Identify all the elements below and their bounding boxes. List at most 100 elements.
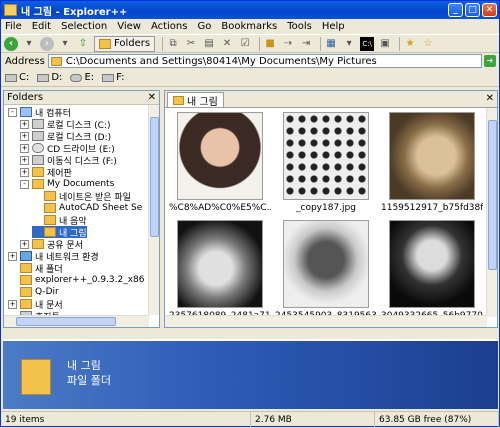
status-item-count: 19 items (1, 412, 251, 428)
expand-icon[interactable]: + (20, 239, 29, 249)
scroll-thumb[interactable] (150, 117, 159, 237)
refresh-icon[interactable]: ▣ (378, 37, 392, 51)
folder-tree[interactable]: -내 컴퓨터 + 로컬 디스크 (C:) + 로컬 디스크 (D:) + CD 드라이브 (… (4, 105, 149, 315)
forward-icon[interactable]: › (40, 36, 54, 51)
drive-f-button[interactable]: F: (102, 72, 124, 83)
up-folder-icon[interactable]: ⇧ (76, 37, 90, 51)
file-list-vertical-scrollbar[interactable] (486, 108, 497, 317)
tree-item[interactable]: -내 컴퓨터 (8, 106, 71, 119)
menu-bookmarks[interactable]: Bookmarks (221, 21, 277, 32)
tree-item[interactable]: + CD 드라이브 (E:) (20, 142, 115, 155)
tree-item[interactable]: + 로컬 디스크 (C:) (20, 118, 110, 131)
menu-edit[interactable]: Edit (32, 21, 51, 32)
file-list-horizontal-scrollbar[interactable] (165, 315, 487, 327)
menu-selection[interactable]: Selection (61, 21, 107, 32)
folder-icon (20, 287, 32, 297)
menu-file[interactable]: File (5, 21, 22, 32)
tree-item[interactable]: 네이트온 받은 파일 (32, 190, 131, 203)
maximize-button[interactable]: □ (465, 3, 480, 17)
tab-my-pictures[interactable]: 내 그림 (167, 92, 224, 108)
explorer-window: 내 그림 - Explorer++ _ □ ✕ File Edit Select… (0, 0, 500, 428)
menu-help[interactable]: Help (322, 21, 345, 32)
menu-tools[interactable]: Tools (287, 21, 312, 32)
back-icon[interactable]: ‹ (4, 36, 18, 51)
move-to-icon[interactable]: ⇥ (299, 37, 313, 51)
tree-item[interactable]: Q-Dir (8, 286, 59, 298)
tree-item[interactable]: explorer++_0.9.3.2_x86 (8, 274, 145, 286)
tree-item[interactable]: + 내 문서 (8, 298, 63, 311)
file-thumbnail-item[interactable]: 3049332665_56b977008... (381, 218, 483, 317)
computer-icon (20, 107, 32, 117)
folders-toggle-button[interactable]: Folders (94, 35, 156, 52)
drive-label: C: (19, 72, 30, 83)
drive-d-button[interactable]: D: (37, 72, 62, 83)
command-prompt-icon[interactable]: C:\ (360, 36, 375, 51)
tree-item[interactable]: 새 폴더 (8, 262, 63, 275)
scroll-thumb[interactable] (16, 317, 116, 326)
forward-dropdown-icon[interactable]: ▾ (58, 37, 72, 51)
tree-item-label: Q-Dir (35, 287, 59, 297)
paste-icon[interactable]: ▤ (202, 37, 216, 51)
properties-icon[interactable]: ☑ (238, 37, 252, 51)
go-arrow-icon[interactable]: ➜ (484, 55, 496, 67)
drive-c-button[interactable]: C: (5, 72, 29, 83)
toolbar-separator (259, 36, 261, 51)
copy-icon[interactable]: ⧉ (166, 37, 180, 51)
tree-item-label: explorer++_0.9.3.2_x86 (35, 275, 145, 285)
bookmarks-icon[interactable]: ☆ (421, 37, 435, 51)
views-dropdown-icon[interactable]: ▾ (342, 37, 356, 51)
tree-item[interactable]: 내 그림 (32, 226, 87, 239)
folders-button-label: Folders (114, 38, 151, 49)
tree-item[interactable]: + 내 네트워크 환경 (8, 250, 99, 263)
removable-drive-icon (102, 73, 115, 82)
minimize-button[interactable]: _ (448, 3, 463, 17)
folder-icon (50, 56, 62, 66)
file-thumbnail-item[interactable]: 2357618089_2481a7173... (169, 218, 271, 317)
expand-icon[interactable]: + (8, 251, 17, 261)
thumbnail-image (283, 112, 369, 200)
close-tab-icon[interactable]: ✕ (486, 93, 494, 104)
back-dropdown-icon[interactable]: ▾ (22, 37, 36, 51)
tree-item-label: 제어판 (47, 168, 72, 179)
tree-horizontal-scrollbar[interactable] (4, 315, 149, 327)
views-icon[interactable]: ▦ (324, 37, 338, 51)
drive-e-button[interactable]: E: (70, 72, 94, 83)
delete-icon[interactable]: ✕ (220, 37, 234, 51)
expand-icon[interactable]: + (20, 155, 29, 165)
close-folders-icon[interactable]: ✕ (148, 92, 156, 103)
window-title: 내 그림 - Explorer++ (21, 6, 128, 18)
folders-panel-header: Folders ✕ (4, 91, 159, 105)
cut-icon[interactable]: ✂ (184, 37, 198, 51)
title-bar[interactable]: 내 그림 - Explorer++ _ □ ✕ (1, 1, 499, 19)
collapse-icon[interactable]: - (8, 107, 17, 117)
menu-view[interactable]: View (117, 21, 141, 32)
menu-actions[interactable]: Actions (151, 21, 188, 32)
file-thumbnail-item[interactable]: 2453545903_831956321... (275, 218, 377, 317)
close-button[interactable]: ✕ (482, 3, 497, 17)
expand-icon[interactable]: + (20, 143, 29, 153)
hard-drive-icon (37, 73, 50, 82)
tree-item[interactable]: + 로컬 디스크 (D:) (20, 130, 111, 143)
expand-icon[interactable]: + (20, 119, 29, 129)
tree-item[interactable]: AutoCAD Sheet Se (32, 202, 142, 214)
tree-item[interactable]: + 제어판 (20, 166, 72, 179)
new-folder-icon[interactable]: ■ (263, 37, 277, 51)
scroll-thumb[interactable] (488, 120, 497, 270)
copy-to-icon[interactable]: ⇢ (281, 37, 295, 51)
expand-icon[interactable]: + (20, 131, 29, 141)
tree-item[interactable]: + 이동식 디스크 (F:) (20, 154, 117, 167)
tree-vertical-scrollbar[interactable] (148, 105, 159, 315)
menu-go[interactable]: Go (197, 21, 211, 32)
add-bookmark-icon[interactable]: ★ (403, 37, 417, 51)
address-input[interactable]: C:\Documents and Settings\80414\My Docum… (47, 54, 482, 68)
file-thumbnail-item[interactable]: _copy187.jpg (275, 110, 375, 216)
collapse-icon[interactable]: - (20, 179, 29, 189)
tree-item[interactable]: - My Documents (20, 178, 114, 190)
folder-icon (32, 239, 44, 249)
expand-icon[interactable]: + (20, 167, 29, 177)
expand-icon[interactable]: + (8, 299, 17, 309)
file-thumbnail-item[interactable]: 1159512917_b75fd38ff3... (381, 110, 483, 216)
tree-item[interactable]: 내 음악 (32, 214, 87, 227)
file-thumbnail-item[interactable]: %C8%AD%C0%E5%C... (169, 110, 271, 216)
tree-item[interactable]: + 공유 문서 (20, 238, 83, 251)
